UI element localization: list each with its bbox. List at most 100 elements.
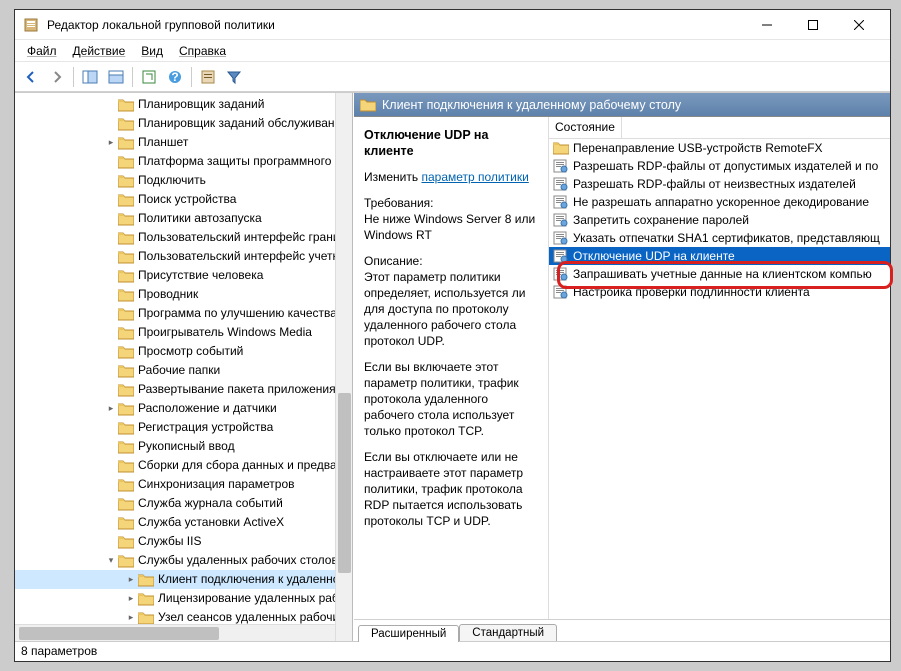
tree-item-label: Планшет — [138, 133, 188, 152]
menu-action[interactable]: Действие — [65, 42, 134, 60]
tree-item[interactable]: ▸Программа по улучшению качества п — [15, 304, 352, 323]
edit-policy-link[interactable]: параметр политики — [421, 170, 528, 184]
tree-item[interactable]: ▸Службы IIS — [15, 532, 352, 551]
back-button[interactable] — [19, 65, 43, 89]
folder-icon — [118, 497, 134, 511]
setting-icon — [553, 159, 569, 173]
folder-icon — [118, 516, 134, 530]
separator — [132, 67, 133, 87]
tree-item[interactable]: ▸Пользовательский интерфейс границ — [15, 228, 352, 247]
tree-item[interactable]: ▸ Клиент подключения к удаленном — [15, 570, 352, 589]
tree-item-label: Лицензирование удаленных рабо — [158, 589, 345, 608]
tree-item[interactable]: ▸Планировщик заданий — [15, 95, 352, 114]
collapse-icon[interactable]: ▾ — [105, 555, 117, 567]
show-tree-button[interactable] — [78, 65, 102, 89]
maximize-button[interactable] — [790, 10, 836, 40]
list-header[interactable]: Состояние — [549, 117, 890, 139]
folder-icon — [118, 535, 134, 549]
tree-item[interactable]: ▸ Лицензирование удаленных рабо — [15, 589, 352, 608]
svg-text:?: ? — [171, 70, 178, 84]
show-detail-button[interactable] — [104, 65, 128, 89]
forward-button[interactable] — [45, 65, 69, 89]
list-item[interactable]: Запретить сохранение паролей — [549, 211, 890, 229]
tree-item[interactable]: ▸Проигрыватель Windows Media — [15, 323, 352, 342]
setting-icon — [553, 195, 569, 209]
minimize-button[interactable] — [744, 10, 790, 40]
list-item[interactable]: Разрешать RDP-файлы от неизвестных издат… — [549, 175, 890, 193]
tab-standard[interactable]: Стандартный — [459, 624, 557, 641]
folder-icon — [118, 231, 134, 245]
list-item[interactable]: Перенаправление USB-устройств RemoteFX — [549, 139, 890, 157]
expand-icon[interactable]: ▸ — [125, 593, 137, 605]
folder-icon — [118, 269, 134, 283]
list-item[interactable]: Разрешать RDP-файлы от допустимых издате… — [549, 157, 890, 175]
list-item[interactable]: Запрашивать учетные данные на клиентском… — [549, 265, 890, 283]
tree-item[interactable]: ▸Рукописный ввод — [15, 437, 352, 456]
tree-item-label: Служба установки ActiveX — [138, 513, 284, 532]
tree-pane: ▸Планировщик заданий▸Планировщик заданий… — [15, 93, 353, 641]
tree-item-label: Службы IIS — [138, 532, 201, 551]
refresh-button[interactable] — [137, 65, 161, 89]
close-button[interactable] — [836, 10, 882, 40]
statusbar: 8 параметров — [15, 641, 890, 661]
filter-options-button[interactable] — [196, 65, 220, 89]
folder-icon — [118, 307, 134, 321]
tree-item[interactable]: ▸Планировщик заданий обслуживания — [15, 114, 352, 133]
tab-extended[interactable]: Расширенный — [358, 625, 459, 642]
vertical-scrollbar[interactable] — [335, 93, 352, 641]
folder-icon — [118, 288, 134, 302]
tree-item[interactable]: ▸Платформа защиты программного об — [15, 152, 352, 171]
filter-button[interactable] — [222, 65, 246, 89]
list-item[interactable]: Указать отпечатки SHA1 сертификатов, пре… — [549, 229, 890, 247]
tree-item[interactable]: ▸Политики автозапуска — [15, 209, 352, 228]
menu-file[interactable]: Файл — [19, 42, 65, 60]
tree-item-label: Рукописный ввод — [138, 437, 235, 456]
tree-item[interactable]: ▸Регистрация устройства — [15, 418, 352, 437]
tree-item[interactable]: ▸Развертывание пакета приложения — [15, 380, 352, 399]
tree-item-label: Планировщик заданий обслуживания — [138, 114, 348, 133]
tree-item[interactable]: ▸Просмотр событий — [15, 342, 352, 361]
tree-item[interactable]: ▸Синхронизация параметров — [15, 475, 352, 494]
tree-item[interactable]: ▸Сборки для сбора данных и предвари — [15, 456, 352, 475]
tree-item[interactable]: ▸Рабочие папки — [15, 361, 352, 380]
expand-icon[interactable]: ▸ — [105, 403, 117, 415]
tree-item-label: Политики автозапуска — [138, 209, 262, 228]
folder-icon — [118, 98, 134, 112]
tree-item[interactable]: ▸Подключить — [15, 171, 352, 190]
folder-icon — [118, 364, 134, 378]
policy-tree[interactable]: ▸Планировщик заданий▸Планировщик заданий… — [15, 93, 352, 641]
menu-view[interactable]: Вид — [133, 42, 171, 60]
help-button[interactable]: ? — [163, 65, 187, 89]
tree-item-label: Клиент подключения к удаленном — [158, 570, 348, 589]
tree-item[interactable]: ▸Присутствие человека — [15, 266, 352, 285]
tree-item[interactable]: ▸Служба установки ActiveX — [15, 513, 352, 532]
setting-icon — [553, 231, 569, 245]
tree-item[interactable]: ▸ Планшет — [15, 133, 352, 152]
settings-list[interactable]: Перенаправление USB-устройств RemoteFXРа… — [549, 139, 890, 619]
tree-item[interactable]: ▸Пользовательский интерфейс учетнь — [15, 247, 352, 266]
expand-icon[interactable]: ▸ — [125, 612, 137, 624]
menu-help[interactable]: Справка — [171, 42, 234, 60]
expand-icon[interactable]: ▸ — [125, 574, 137, 586]
window-controls — [744, 10, 882, 40]
tree-item[interactable]: ▸Поиск устройства — [15, 190, 352, 209]
tree-item[interactable]: ▸Проводник — [15, 285, 352, 304]
category-title: Клиент подключения к удаленному рабочему… — [382, 98, 681, 112]
detail-pane: Клиент подключения к удаленному рабочему… — [353, 93, 890, 641]
tree-item-label: Программа по улучшению качества п — [138, 304, 347, 323]
expand-icon[interactable]: ▸ — [105, 137, 117, 149]
titlebar[interactable]: Редактор локальной групповой политики — [15, 10, 890, 40]
folder-icon — [118, 345, 134, 359]
list-item[interactable]: Не разрешать аппаратно ускоренное декоди… — [549, 193, 890, 211]
tree-item[interactable]: ▸Служба журнала событий — [15, 494, 352, 513]
app-window: Редактор локальной групповой политики Фа… — [14, 9, 891, 662]
list-item-label: Настройка проверки подлинности клиента — [573, 285, 810, 299]
tree-item[interactable]: ▸Расположение и датчики — [15, 399, 352, 418]
list-item[interactable]: Настройка проверки подлинности клиента — [549, 283, 890, 301]
setting-icon — [553, 177, 569, 191]
tree-item-label: Служба журнала событий — [138, 494, 283, 513]
tree-item[interactable]: ▾Службы удаленных рабочих столов — [15, 551, 352, 570]
horizontal-scrollbar[interactable] — [15, 624, 335, 641]
list-item[interactable]: Отключение UDP на клиенте — [549, 247, 890, 265]
state-column[interactable]: Состояние — [549, 117, 622, 138]
